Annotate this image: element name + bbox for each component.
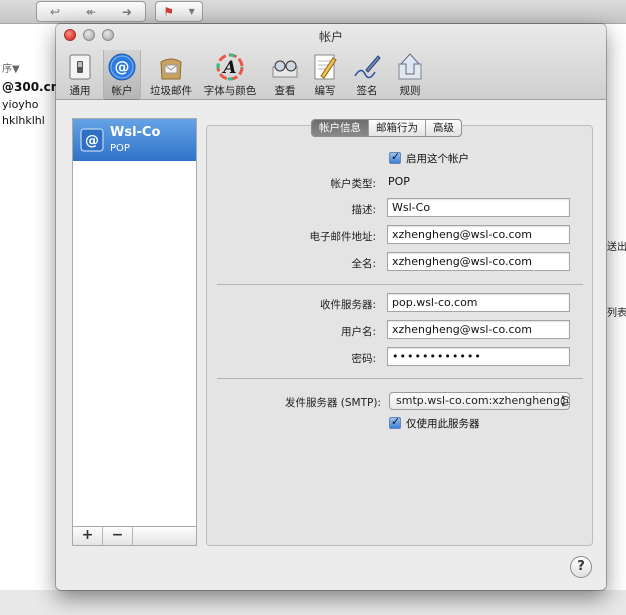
background-fragment: 送出 [607, 242, 626, 253]
smtp-label: 发件服务器 (SMTP): [284, 397, 381, 409]
at-sign-icon: @ [80, 128, 104, 152]
preferences-window: 帐户 通用 @ 帐户 垃圾邮件 A 字体与颜色 查看 编写 签名 规则 @ Ws… [56, 24, 606, 590]
reply-icon: ↩ [49, 4, 61, 19]
section-divider [217, 284, 583, 285]
section-divider [217, 378, 583, 379]
account-type: POP [110, 143, 130, 154]
toolbar-viewing[interactable]: 查看 [267, 50, 303, 100]
username-label: 用户名: [340, 326, 376, 338]
add-account-button[interactable]: + [73, 527, 103, 545]
flag-button[interactable]: ⚑ ▼ [155, 1, 203, 22]
rules-arrow-icon [394, 52, 426, 82]
svg-text:@: @ [115, 58, 130, 76]
account-name: Wsl-Co [110, 125, 161, 140]
password-field[interactable]: •••••••••••• [387, 347, 570, 366]
at-sign-icon: @ [106, 52, 138, 82]
toolbar-label: 帐户 [111, 85, 133, 97]
toolbar-label: 字体与颜色 [203, 85, 257, 97]
font-color-icon: A [214, 52, 246, 82]
toolbar-rules[interactable]: 规则 [392, 50, 428, 100]
description-label: 描述: [351, 204, 376, 216]
toolbar-label: 通用 [69, 85, 91, 97]
reply-button[interactable]: ↩ ↞ ➜ [36, 1, 146, 22]
enable-account-label: 启用这个帐户 [406, 153, 469, 165]
account-item[interactable]: @ Wsl-Co POP [73, 119, 196, 161]
chevron-down-icon: ▼ [188, 7, 195, 16]
signature-pen-icon [351, 52, 383, 82]
toolbar-composing[interactable]: 编写 [309, 50, 341, 100]
svg-text:@: @ [85, 133, 99, 149]
window-title: 帐户 [318, 30, 343, 44]
email-field[interactable]: xzhengheng@wsl-co.com [387, 225, 570, 244]
toolbar-junk[interactable]: 垃圾邮件 [146, 50, 196, 100]
accounts-list-toolbar: + − [72, 526, 197, 546]
account-type-value: POP [388, 175, 410, 188]
tab-advanced[interactable]: 高级 [426, 120, 461, 136]
full-name-label: 全名: [351, 258, 376, 270]
background-message-list: 序▼ @300.cn yioyho hklhklhl [0, 24, 60, 615]
junk-mail-bag-icon [155, 52, 187, 82]
toolbar-signatures[interactable]: 签名 [349, 50, 385, 100]
svg-text:A: A [221, 58, 236, 78]
titlebar: 帐户 通用 @ 帐户 垃圾邮件 A 字体与颜色 查看 编写 签名 规则 [56, 24, 606, 100]
background-bottom [0, 590, 626, 615]
glasses-icon [269, 52, 301, 82]
use-only-server-label: 仅使用此服务器 [406, 418, 480, 430]
help-button[interactable]: ? [570, 556, 592, 578]
background-right-pane: 送出 列表 [605, 24, 626, 615]
toolbar-label: 垃圾邮件 [150, 85, 192, 97]
description-field[interactable]: Wsl-Co [387, 198, 570, 217]
account-type-label: 帐户类型: [330, 178, 376, 190]
incoming-server-field[interactable]: pop.wsl-co.com [387, 293, 570, 312]
full-name-field[interactable]: xzhengheng@wsl-co.com [387, 252, 570, 271]
toolbar-label: 规则 [399, 85, 421, 97]
email-label: 电子邮件地址: [309, 231, 376, 243]
toolbar-fonts[interactable]: A 字体与颜色 [201, 50, 259, 100]
forward-icon: ➜ [121, 4, 133, 19]
background-toolbar: ↩ ↞ ➜ ⚑ ▼ [0, 0, 626, 24]
column-header[interactable]: 序▼ [2, 60, 20, 75]
password-label: 密码: [351, 353, 376, 365]
username-field[interactable]: xzhengheng@wsl-co.com [387, 320, 570, 339]
toolbar-label: 签名 [356, 85, 378, 97]
use-only-server-checkbox[interactable] [389, 415, 401, 429]
accounts-list[interactable]: @ Wsl-Co POP [72, 118, 197, 546]
smtp-server-popup[interactable]: smtp.wsl-co.com:xzhengheng@wsl-co.com ▴▾ [389, 392, 570, 410]
flag-icon: ⚑ [163, 4, 175, 19]
background-fragment: 列表 [607, 308, 626, 319]
toolbar-label: 编写 [314, 85, 336, 97]
remove-account-button[interactable]: − [103, 527, 133, 545]
reply-all-icon: ↞ [85, 4, 97, 19]
list-item[interactable]: hklhklhl [2, 114, 45, 127]
incoming-server-label: 收件服务器: [319, 299, 376, 311]
account-tabs: 帐户信息 邮箱行为 高级 [311, 119, 462, 137]
chevron-updown-icon: ▴ ▾ [560, 392, 565, 409]
toolbar-accounts[interactable]: @ 帐户 [103, 50, 141, 100]
list-item[interactable]: @300.cn [2, 80, 59, 94]
toolbar-label: 查看 [274, 85, 296, 97]
notepad-pencil-icon [309, 52, 341, 82]
tab-account-info[interactable]: 帐户信息 [312, 120, 369, 136]
list-item[interactable]: yioyho [2, 98, 39, 111]
enable-account-checkbox[interactable] [389, 150, 401, 164]
smtp-server-value: smtp.wsl-co.com:xzhengheng@wsl-co.com [396, 394, 570, 407]
switch-icon [64, 52, 96, 82]
tab-mailbox-behaviors[interactable]: 邮箱行为 [369, 120, 426, 136]
toolbar-general[interactable]: 通用 [62, 50, 98, 100]
